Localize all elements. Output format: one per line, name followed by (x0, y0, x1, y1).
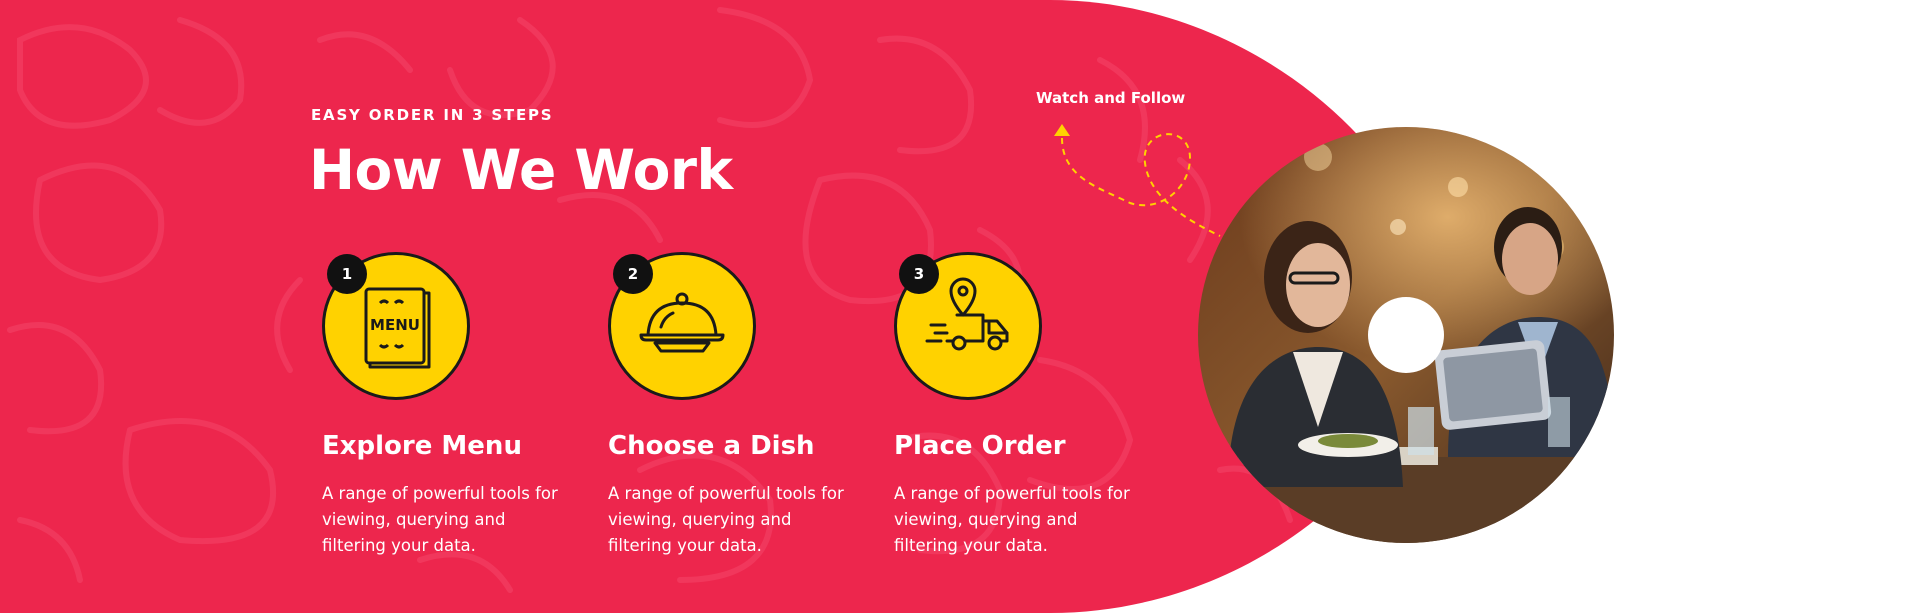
how-we-work-section: EASY ORDER IN 3 STEPS How We Work MENU 1… (0, 0, 1920, 613)
step-title: Place Order (894, 431, 1066, 461)
step-description: A range of powerful tools for viewing, q… (608, 484, 844, 555)
step-title: Explore Menu (322, 431, 522, 461)
section-eyebrow: EASY ORDER IN 3 STEPS (311, 106, 554, 124)
step-number-badge: 2 (613, 254, 653, 294)
section-title: How We Work (309, 138, 733, 202)
step-description: A range of powerful tools for viewing, q… (322, 484, 558, 555)
svg-text:MENU: MENU (370, 316, 420, 334)
step-number-badge: 3 (899, 254, 939, 294)
restaurant-photo[interactable] (1198, 127, 1614, 543)
step-number-badge: 1 (327, 254, 367, 294)
watch-label[interactable]: Watch and Follow (1036, 89, 1185, 107)
step-description: A range of powerful tools for viewing, q… (894, 484, 1130, 555)
step-title: Choose a Dish (608, 431, 815, 461)
